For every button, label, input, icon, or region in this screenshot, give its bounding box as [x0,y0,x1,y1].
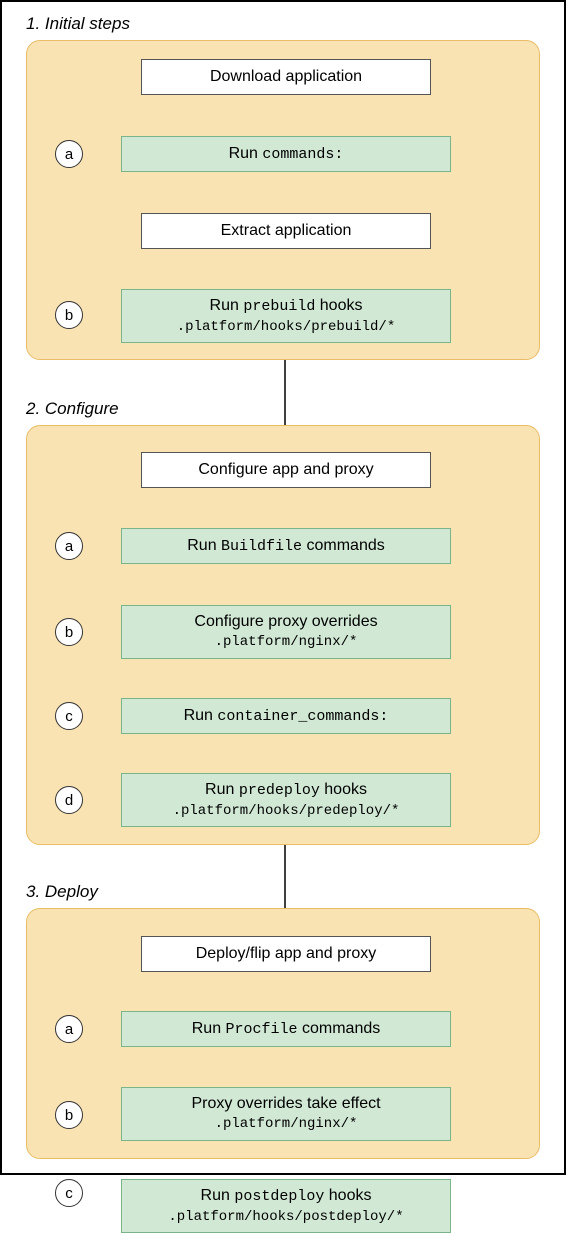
box-text: Deploy/flip app and proxy [196,944,377,964]
section-2-title: 2. Configure [26,399,119,419]
section-1: Download application a Run commands: Ext… [26,40,540,360]
diagram-canvas: 1. Initial steps Download application a … [0,0,566,1175]
box-download-application: Download application [141,59,431,95]
box-configure-app-proxy: Configure app and proxy [141,452,431,488]
section-3-title: 3. Deploy [26,882,98,902]
box-text: Configure proxy overrides [194,612,377,632]
box-subtext: .platform/nginx/* [215,634,358,652]
badge-2b: b [55,618,83,646]
box-text: Run postdeploy hooks [201,1186,372,1207]
badge-3a: a [55,1015,83,1043]
section-1-title: 1. Initial steps [26,14,130,34]
box-text: Run Procfile commands [192,1019,381,1040]
box-text: Run container_commands: [184,706,389,727]
section-2: Configure app and proxy a Run Buildfile … [26,425,540,845]
box-prebuild-hooks: Run prebuild hooks .platform/hooks/prebu… [121,289,451,343]
box-text: Run prebuild hooks [210,296,363,317]
box-text: Run commands: [229,144,344,165]
box-run-commands: Run commands: [121,136,451,172]
box-subtext: .platform/hooks/prebuild/* [177,319,395,337]
box-extract-application: Extract application [141,213,431,249]
box-subtext: .platform/hooks/predeploy/* [173,803,400,821]
badge-1a: a [55,140,83,168]
box-text: Download application [210,67,362,87]
box-text: Run predeploy hooks [205,780,367,801]
box-subtext: .platform/nginx/* [215,1116,358,1134]
box-text: Run Buildfile commands [187,536,385,557]
box-buildfile-commands: Run Buildfile commands [121,528,451,564]
badge-2a: a [55,532,83,560]
box-predeploy-hooks: Run predeploy hooks .platform/hooks/pred… [121,773,451,827]
box-text: Proxy overrides take effect [191,1094,380,1114]
box-subtext: .platform/hooks/postdeploy/* [168,1209,403,1227]
box-text: Configure app and proxy [198,460,373,480]
section-3: Deploy/flip app and proxy a Run Procfile… [26,908,540,1159]
badge-2d: d [55,786,83,814]
box-postdeploy-hooks: Run postdeploy hooks .platform/hooks/pos… [121,1179,451,1233]
box-container-commands: Run container_commands: [121,698,451,734]
box-proxy-overrides-effect: Proxy overrides take effect .platform/ng… [121,1087,451,1141]
box-configure-proxy-overrides: Configure proxy overrides .platform/ngin… [121,605,451,659]
badge-1b: b [55,301,83,329]
badge-2c: c [55,702,83,730]
box-procfile-commands: Run Procfile commands [121,1011,451,1047]
badge-3c: c [55,1179,83,1207]
box-text: Extract application [221,221,352,241]
badge-3b: b [55,1101,83,1129]
box-deploy-flip: Deploy/flip app and proxy [141,936,431,972]
